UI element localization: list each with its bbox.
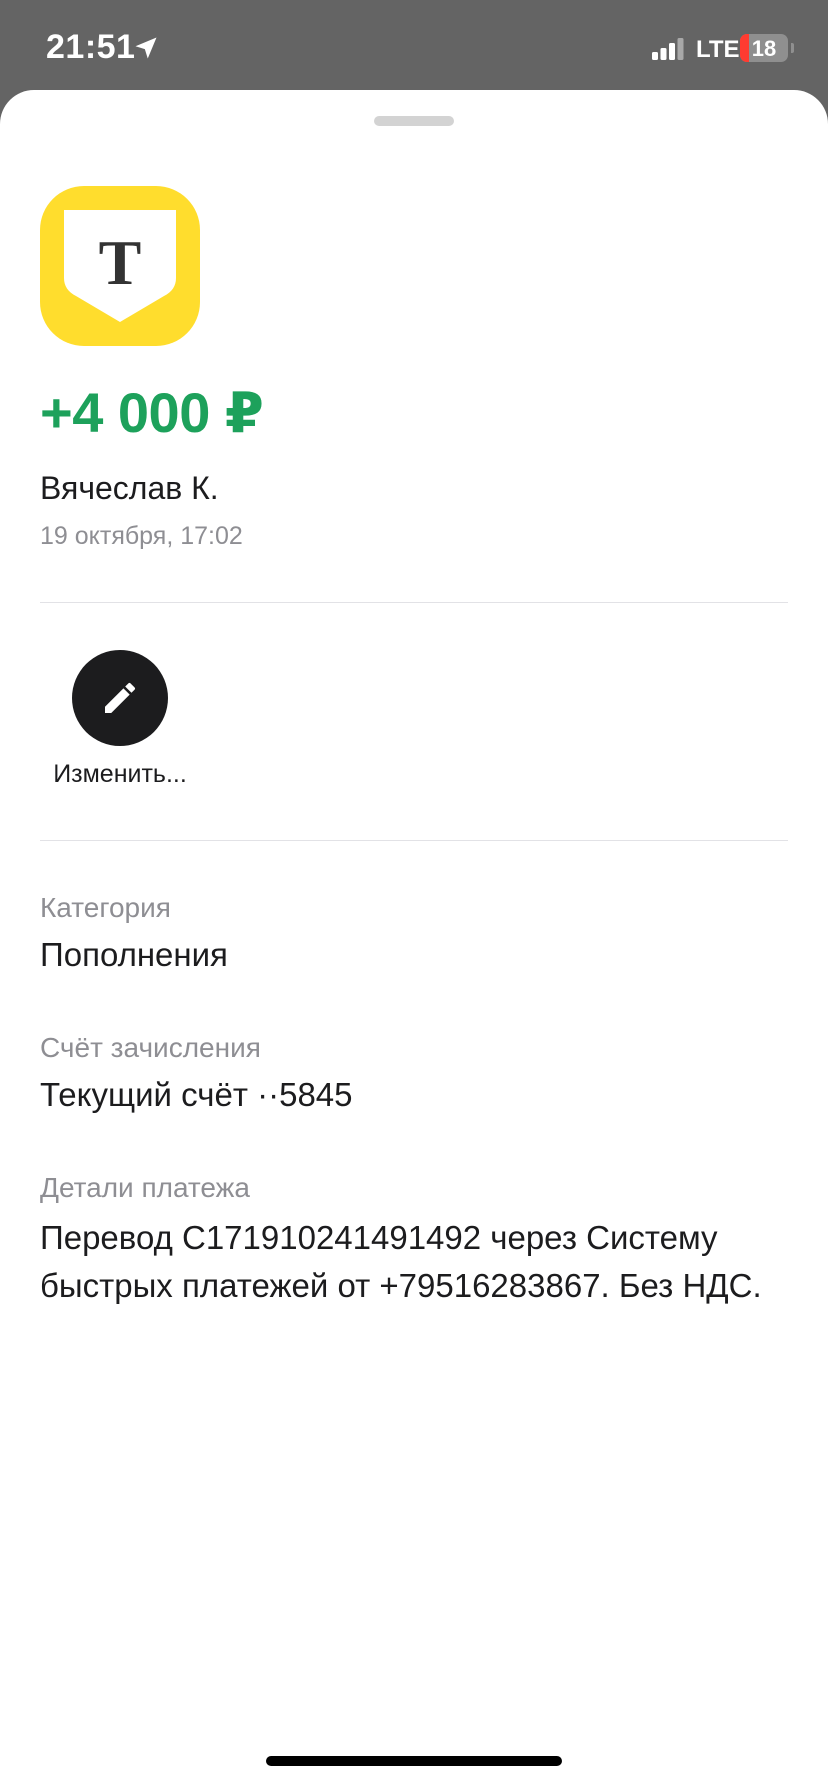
sheet-grabber[interactable]: [374, 116, 454, 126]
operation-datetime: 19 октября, 17:02: [40, 522, 243, 550]
battery-nub: [791, 43, 794, 53]
edit-circle[interactable]: [72, 650, 168, 746]
account-value[interactable]: Текущий счёт ··5845: [40, 1076, 353, 1114]
edit-label: Изменить...: [53, 760, 187, 788]
divider: [40, 840, 788, 841]
edit-button[interactable]: Изменить...: [40, 650, 200, 790]
status-time: 21:51: [46, 28, 136, 66]
details-value: Перевод C171910241491492 через Систему б…: [40, 1219, 762, 1304]
battery-icon: 18: [740, 34, 788, 62]
amount: +4 000 ₽: [40, 381, 264, 444]
operation-sheet: Т +4 000 ₽ Вячеслав К. 19 октября, 17:02…: [0, 90, 828, 1792]
account-label: Счёт зачисления: [40, 1032, 261, 1063]
home-indicator: [266, 1756, 562, 1766]
sender-name: Вячеслав К.: [40, 470, 219, 506]
location-arrow-icon: [135, 37, 157, 59]
details-label: Детали платежа: [40, 1172, 250, 1203]
battery-percent: 18: [751, 36, 777, 61]
divider: [40, 602, 788, 603]
tbank-shield-logo: Т: [40, 186, 200, 346]
pencil-icon: [105, 682, 136, 713]
logo-letter: Т: [99, 227, 142, 298]
cellular-signal-icon: [652, 38, 684, 60]
status-bar: 21:51 LTE 18: [0, 0, 828, 90]
category-label: Категория: [40, 892, 171, 923]
category-value[interactable]: Пополнения: [40, 936, 228, 974]
network-type: LTE: [696, 36, 740, 63]
